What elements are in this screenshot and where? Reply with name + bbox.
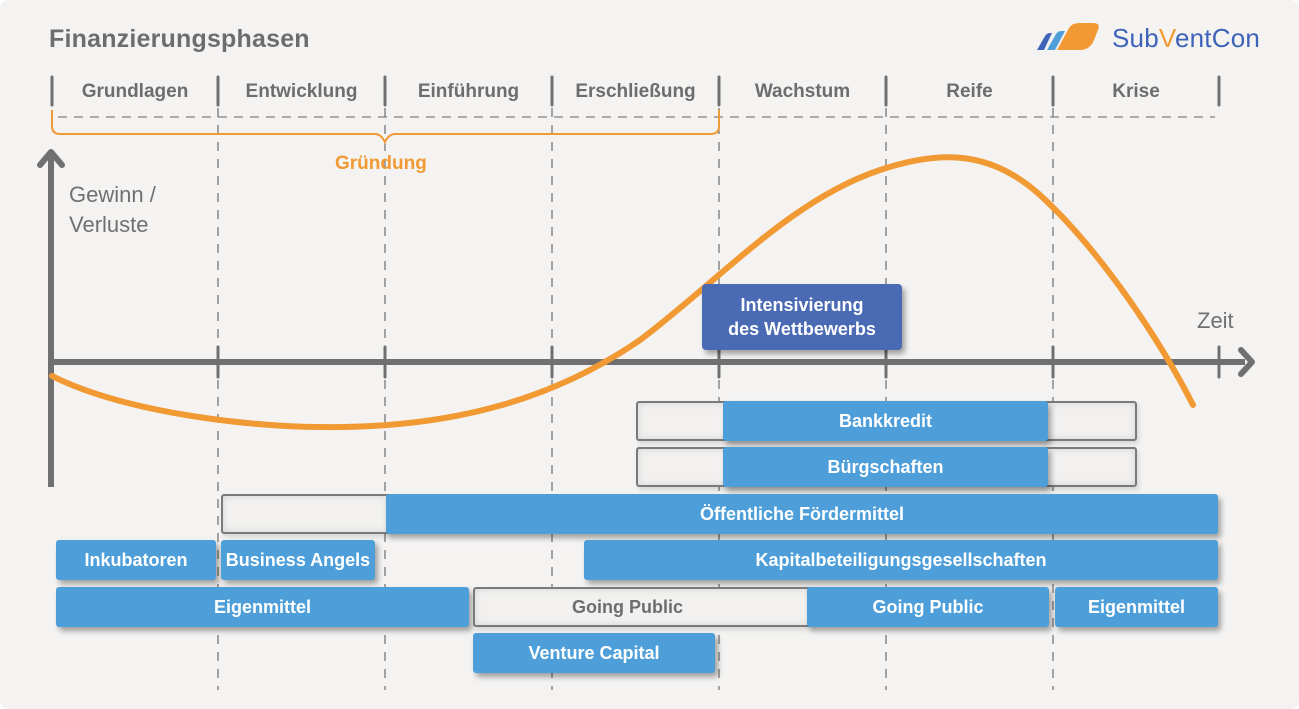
x-axis-label: Zeit (1197, 308, 1234, 333)
callout-line1: Intensivierung (740, 295, 864, 315)
kapitalbeteiligungsgesellschaften-bar: Kapitalbeteiligungsgesellschaften (584, 540, 1218, 580)
foerdermittel-bar: Öffentliche Fördermittel (386, 494, 1218, 534)
y-axis-label: Gewinn / Verluste (69, 180, 156, 240)
y-axis-label-line1: Gewinn / (69, 182, 156, 207)
gruendung-label: Gründung (335, 153, 427, 174)
foerdermittel-outline-bar (221, 494, 391, 534)
venture-capital-bar: Venture Capital (473, 633, 715, 673)
diagram-canvas: Finanzierungsphasen SubVentCon Grundlage… (0, 0, 1299, 709)
bankkredit-bar: Bankkredit (723, 401, 1048, 441)
eigenmittel-late-bar: Eigenmittel (1055, 587, 1218, 627)
going-public-bar: Going Public (807, 587, 1049, 627)
phase-separators (50, 75, 1221, 107)
callout-line2: des Wettbewerbs (728, 319, 876, 339)
profit-curve (49, 154, 1196, 431)
y-axis-label-line2: Verluste (69, 212, 149, 237)
going-public-outline-bar: Going Public (473, 587, 813, 627)
eigenmittel-early-bar: Eigenmittel (56, 587, 469, 627)
business-angels-bar: Business Angels (221, 540, 375, 580)
inkubatoren-bar: Inkubatoren (56, 540, 216, 580)
buergschaften-bar: Bürgschaften (723, 447, 1048, 487)
competition-callout: Intensivierung des Wettbewerbs (702, 284, 902, 350)
